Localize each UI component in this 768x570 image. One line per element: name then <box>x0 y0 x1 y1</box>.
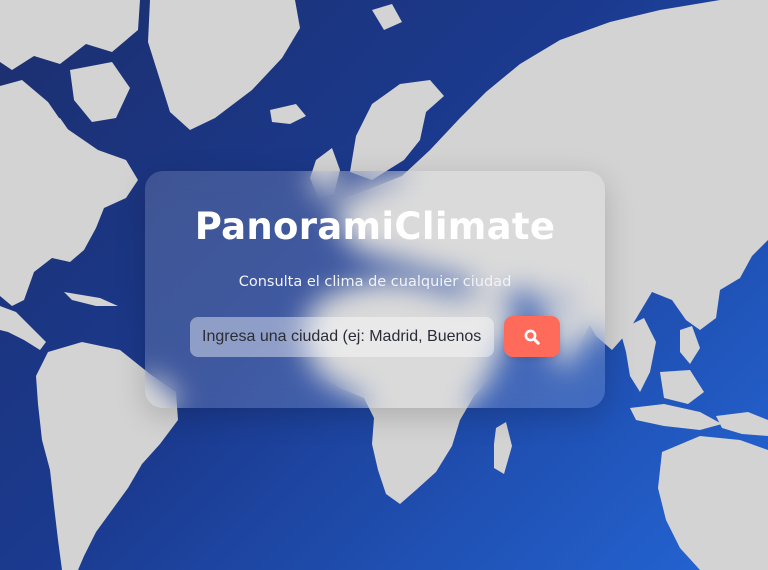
map-land-svalbard <box>372 4 402 30</box>
map-land-new-guinea <box>716 412 768 436</box>
search-icon <box>524 329 540 345</box>
map-land-indonesia <box>630 404 722 430</box>
card-content: PanoramiClimate Consulta el clima de cua… <box>145 171 605 408</box>
map-land-philippines <box>680 326 700 364</box>
app-title: PanoramiClimate <box>194 205 556 248</box>
map-land-iceland <box>270 104 306 124</box>
map-land-australia <box>658 436 768 570</box>
search-card: PanoramiClimate Consulta el clima de cua… <box>145 171 605 408</box>
search-button[interactable] <box>504 316 560 357</box>
map-land-central-america <box>0 306 46 350</box>
map-land-indochina <box>620 318 656 392</box>
map-land-borneo <box>660 370 704 404</box>
app-subtitle: Consulta el clima de cualquier ciudad <box>238 274 512 290</box>
map-land-cuba <box>64 292 118 306</box>
search-bar <box>190 316 560 358</box>
city-search-input[interactable] <box>190 317 494 357</box>
map-land-madagascar <box>494 422 512 474</box>
map-land-arctic-islands <box>0 0 140 70</box>
map-land-baffin <box>70 62 130 122</box>
